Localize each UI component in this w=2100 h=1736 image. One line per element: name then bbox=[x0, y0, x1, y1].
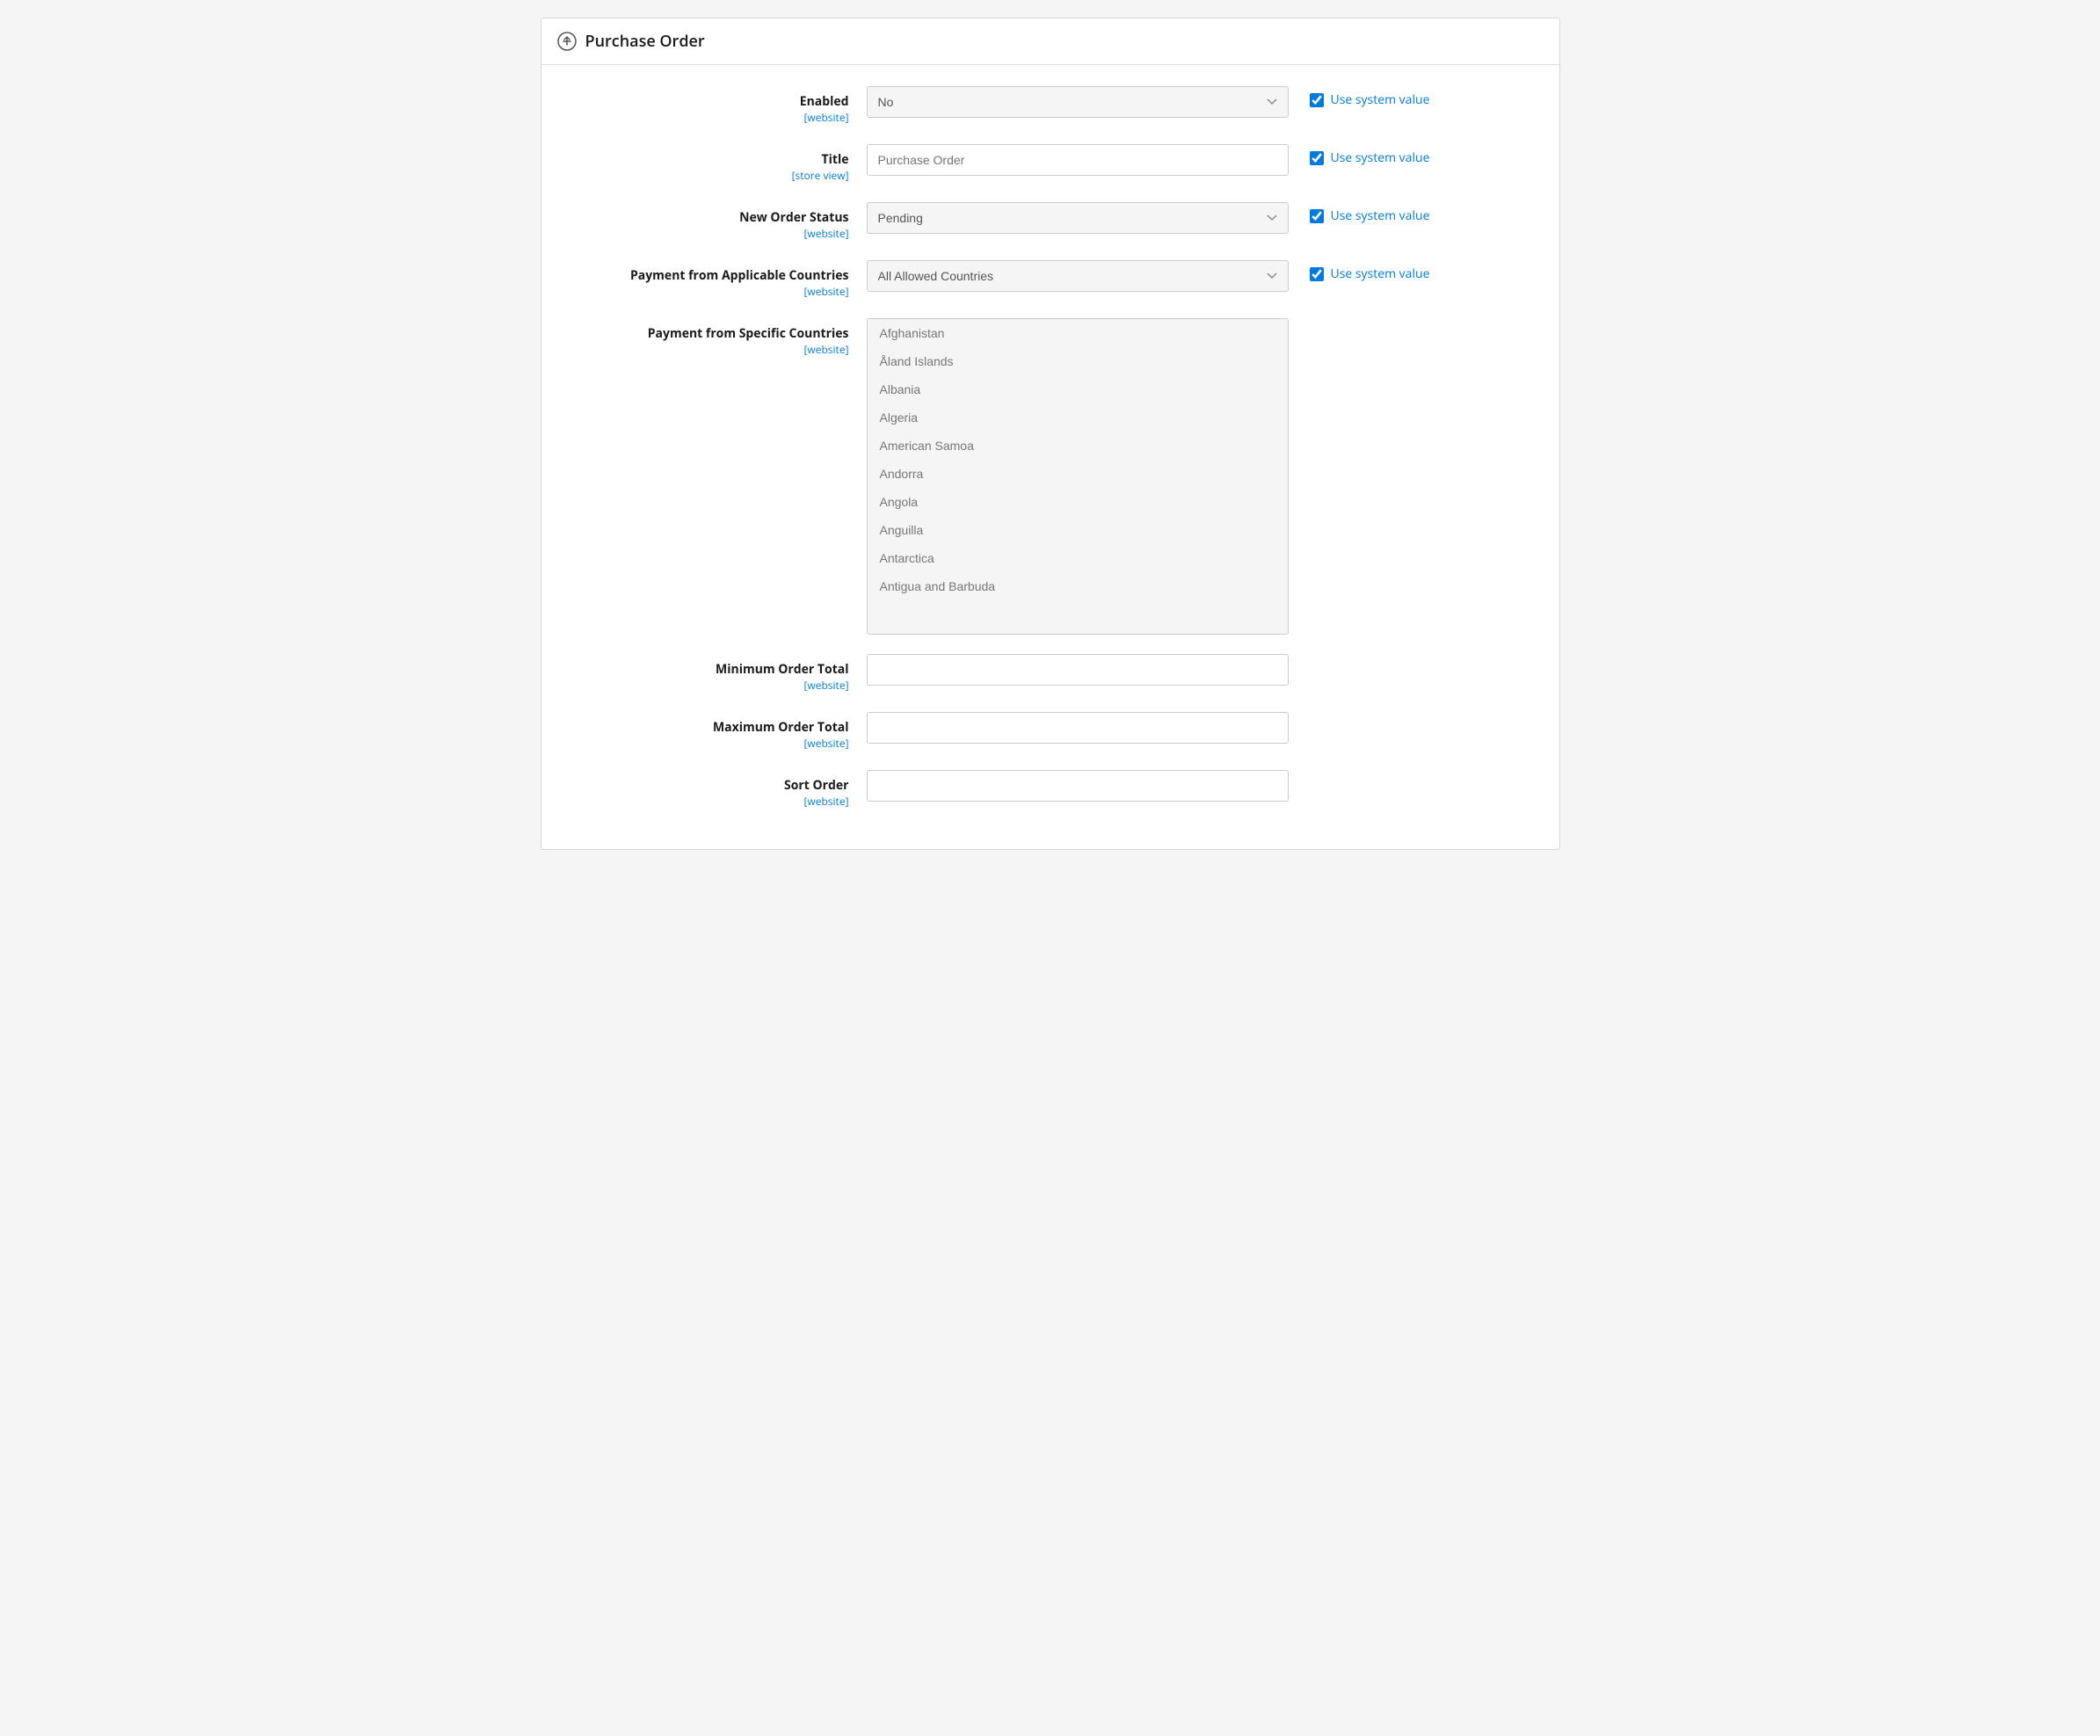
enabled-extra-col: Use system value bbox=[1289, 86, 1430, 108]
new-order-status-use-system-checkbox[interactable] bbox=[1310, 209, 1324, 223]
payment-applicable-countries-label-col: Payment from Applicable Countries [websi… bbox=[568, 260, 867, 299]
payment-specific-countries-scope: [website] bbox=[568, 342, 849, 357]
payment-specific-countries-row: Payment from Specific Countries [website… bbox=[541, 318, 1559, 635]
sort-order-label: Sort Order bbox=[568, 777, 849, 794]
maximum-order-total-label: Maximum Order Total bbox=[568, 719, 849, 736]
maximum-order-total-input[interactable] bbox=[867, 712, 1289, 744]
new-order-status-use-system-text: Use system value bbox=[1331, 207, 1430, 224]
new-order-status-select[interactable]: Pending Processing Complete bbox=[867, 202, 1289, 234]
payment-applicable-countries-extra-col: Use system value bbox=[1289, 260, 1430, 282]
maximum-order-total-extra-col bbox=[1289, 712, 1310, 717]
payment-applicable-countries-use-system-text: Use system value bbox=[1331, 265, 1430, 282]
enabled-use-system-checkbox[interactable] bbox=[1310, 93, 1324, 107]
minimum-order-total-scope: [website] bbox=[568, 678, 849, 693]
new-order-status-label: New Order Status bbox=[568, 209, 849, 226]
title-input[interactable] bbox=[867, 144, 1289, 176]
purchase-order-panel: Purchase Order Enabled [website] No Yes bbox=[541, 18, 1560, 850]
payment-specific-countries-multiselect[interactable]: AfghanistanÅland IslandsAlbaniaAlgeriaAm… bbox=[867, 318, 1289, 635]
enabled-label: Enabled bbox=[568, 93, 849, 110]
minimum-order-total-control-col bbox=[867, 654, 1289, 686]
maximum-order-total-scope: [website] bbox=[568, 736, 849, 751]
enabled-use-system-text: Use system value bbox=[1331, 91, 1430, 108]
payment-specific-countries-label-col: Payment from Specific Countries [website… bbox=[568, 318, 867, 357]
collapse-icon bbox=[557, 32, 577, 51]
sort-order-extra-col bbox=[1289, 770, 1310, 775]
payment-applicable-countries-use-system-label[interactable]: Use system value bbox=[1310, 265, 1430, 282]
payment-applicable-countries-scope: [website] bbox=[568, 284, 849, 299]
new-order-status-control-col: Pending Processing Complete bbox=[867, 202, 1289, 234]
minimum-order-total-row: Minimum Order Total [website] bbox=[541, 654, 1559, 693]
enabled-scope: [website] bbox=[568, 110, 849, 125]
sort-order-input[interactable] bbox=[867, 770, 1289, 802]
title-label: Title bbox=[568, 151, 849, 168]
payment-specific-countries-control-col: AfghanistanÅland IslandsAlbaniaAlgeriaAm… bbox=[867, 318, 1289, 635]
section-body: Enabled [website] No Yes Use system valu… bbox=[541, 65, 1559, 849]
maximum-order-total-label-col: Maximum Order Total [website] bbox=[568, 712, 867, 751]
title-control-col bbox=[867, 144, 1289, 176]
payment-specific-countries-extra-col bbox=[1289, 318, 1310, 323]
enabled-select[interactable]: No Yes bbox=[867, 86, 1289, 118]
new-order-status-row: New Order Status [website] Pending Proce… bbox=[541, 202, 1559, 241]
title-scope: [store view] bbox=[568, 168, 849, 183]
new-order-status-scope: [website] bbox=[568, 226, 849, 241]
minimum-order-total-label: Minimum Order Total bbox=[568, 661, 849, 678]
new-order-status-extra-col: Use system value bbox=[1289, 202, 1430, 224]
maximum-order-total-control-col bbox=[867, 712, 1289, 744]
sort-order-control-col bbox=[867, 770, 1289, 802]
title-use-system-text: Use system value bbox=[1331, 149, 1430, 166]
enabled-row: Enabled [website] No Yes Use system valu… bbox=[541, 86, 1559, 125]
payment-applicable-countries-label: Payment from Applicable Countries bbox=[568, 267, 849, 284]
payment-applicable-countries-control-col: All Allowed Countries Specific Countries bbox=[867, 260, 1289, 292]
sort-order-scope: [website] bbox=[568, 794, 849, 809]
new-order-status-label-col: New Order Status [website] bbox=[568, 202, 867, 241]
title-use-system-checkbox[interactable] bbox=[1310, 151, 1324, 165]
section-header[interactable]: Purchase Order bbox=[541, 18, 1559, 65]
minimum-order-total-extra-col bbox=[1289, 654, 1310, 659]
title-row: Title [store view] Use system value bbox=[541, 144, 1559, 183]
sort-order-label-col: Sort Order [website] bbox=[568, 770, 867, 809]
maximum-order-total-row: Maximum Order Total [website] bbox=[541, 712, 1559, 751]
enabled-label-col: Enabled [website] bbox=[568, 86, 867, 125]
enabled-use-system-label[interactable]: Use system value bbox=[1310, 91, 1430, 108]
enabled-control-col: No Yes bbox=[867, 86, 1289, 118]
page-wrapper: Purchase Order Enabled [website] No Yes bbox=[523, 0, 1578, 868]
title-use-system-label[interactable]: Use system value bbox=[1310, 149, 1430, 166]
minimum-order-total-input[interactable] bbox=[867, 654, 1289, 686]
section-title: Purchase Order bbox=[585, 31, 705, 52]
payment-applicable-countries-use-system-checkbox[interactable] bbox=[1310, 267, 1324, 281]
payment-applicable-countries-row: Payment from Applicable Countries [websi… bbox=[541, 260, 1559, 299]
new-order-status-use-system-label[interactable]: Use system value bbox=[1310, 207, 1430, 224]
payment-specific-countries-label: Payment from Specific Countries bbox=[568, 325, 849, 342]
sort-order-row: Sort Order [website] bbox=[541, 770, 1559, 809]
title-extra-col: Use system value bbox=[1289, 144, 1430, 166]
minimum-order-total-label-col: Minimum Order Total [website] bbox=[568, 654, 867, 693]
payment-applicable-countries-select[interactable]: All Allowed Countries Specific Countries bbox=[867, 260, 1289, 292]
title-label-col: Title [store view] bbox=[568, 144, 867, 183]
